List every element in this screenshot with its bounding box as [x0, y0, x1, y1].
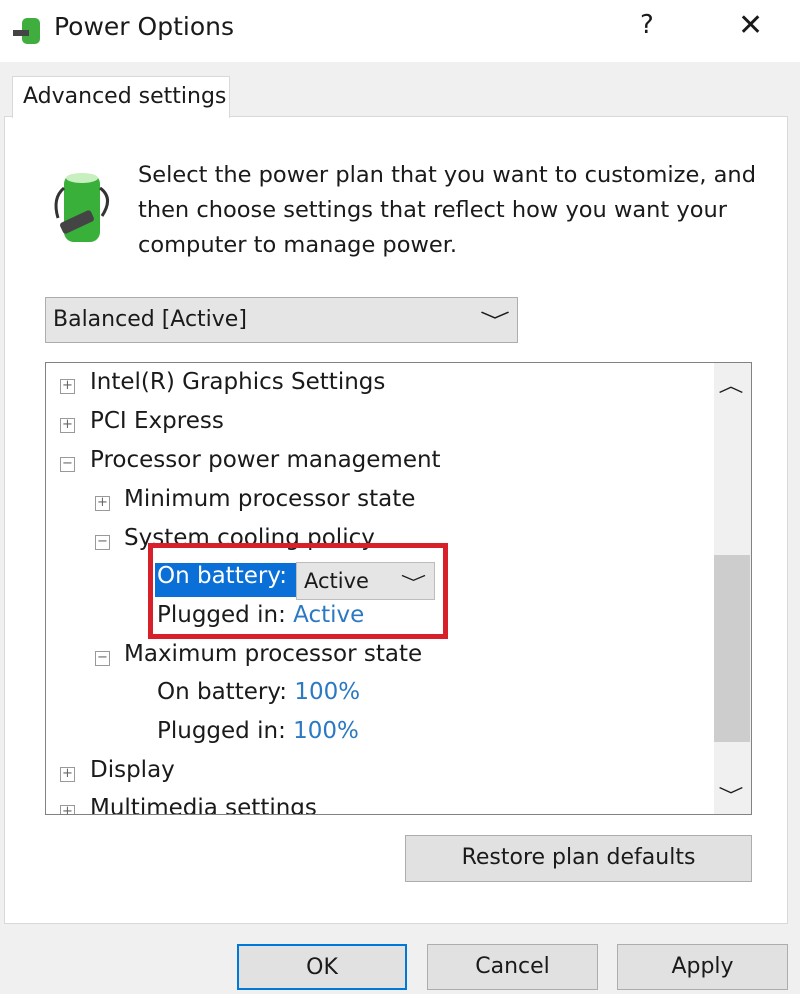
- tree-item-intel-graphics[interactable]: + Intel(R) Graphics Settings: [60, 369, 385, 405]
- tree-item-min-processor-state[interactable]: + Minimum processor state: [95, 486, 415, 522]
- expand-icon[interactable]: +: [60, 767, 75, 782]
- window-title: Power Options: [54, 12, 234, 41]
- plan-value: Balanced [Active]: [53, 307, 247, 332]
- tree-label: Intel(R) Graphics Settings: [90, 369, 386, 395]
- close-button[interactable]: ✕: [738, 8, 763, 43]
- tree-label: Minimum processor state: [124, 486, 416, 512]
- cooling-plugged-in[interactable]: Plugged in: Active: [157, 602, 364, 638]
- setting-label: Plugged in:: [157, 718, 286, 744]
- setting-value[interactable]: Active: [293, 602, 364, 628]
- collapse-icon[interactable]: −: [60, 457, 75, 472]
- tree-item-multimedia[interactable]: + Multimedia settings: [60, 795, 317, 815]
- power-options-icon: [13, 18, 40, 44]
- tree-item-processor-power[interactable]: − Processor power management: [60, 447, 441, 483]
- description-text: Select the power plan that you want to c…: [138, 162, 756, 258]
- tree-label: System cooling policy: [124, 525, 375, 551]
- apply-button[interactable]: Apply: [617, 944, 788, 990]
- max-plugged-in[interactable]: Plugged in: 100%: [157, 718, 359, 754]
- expand-icon[interactable]: +: [60, 418, 75, 433]
- setting-value[interactable]: 100%: [294, 679, 360, 705]
- collapse-icon[interactable]: −: [95, 535, 110, 550]
- expand-icon[interactable]: +: [60, 805, 75, 814]
- setting-label: On battery:: [157, 679, 288, 705]
- expand-icon[interactable]: +: [60, 379, 75, 394]
- tree-item-pci-express[interactable]: + PCI Express: [60, 408, 224, 444]
- tree-item-display[interactable]: + Display: [60, 757, 175, 793]
- scrollbar-thumb[interactable]: [714, 555, 750, 742]
- scroll-down-icon[interactable]: ﹀: [718, 782, 743, 808]
- tree-item-max-processor-state[interactable]: − Maximum processor state: [95, 641, 422, 677]
- scroll-up-icon[interactable]: ︿: [718, 372, 743, 398]
- chevron-down-icon: ﹀: [480, 309, 510, 333]
- battery-plug-icon: [54, 173, 109, 242]
- cooling-on-battery-dropdown[interactable]: Active ﹀: [296, 562, 435, 600]
- power-plan-dropdown[interactable]: Balanced [Active] ﹀: [45, 297, 518, 343]
- collapse-icon[interactable]: −: [95, 651, 110, 666]
- tab-advanced-settings[interactable]: Advanced settings: [12, 76, 230, 118]
- tree-label: Processor power management: [90, 447, 441, 473]
- tree-label: Display: [90, 757, 175, 783]
- cancel-button[interactable]: Cancel: [427, 944, 598, 990]
- dropdown-value: Active: [304, 569, 369, 593]
- tree-item-system-cooling-policy[interactable]: − System cooling policy: [95, 525, 375, 561]
- tree-label: PCI Express: [90, 408, 224, 434]
- expand-icon[interactable]: +: [95, 496, 110, 511]
- help-button[interactable]: ?: [640, 10, 654, 40]
- tree-label: Maximum processor state: [124, 641, 423, 667]
- setting-label: Plugged in:: [157, 602, 286, 628]
- cooling-on-battery-label[interactable]: On battery:: [155, 563, 296, 597]
- tree-label: Multimedia settings: [90, 795, 317, 815]
- restore-plan-defaults-button[interactable]: Restore plan defaults: [405, 835, 752, 882]
- chevron-down-icon: ﹀: [400, 574, 427, 594]
- setting-value[interactable]: 100%: [293, 718, 359, 744]
- ok-button[interactable]: OK: [237, 944, 407, 990]
- max-on-battery[interactable]: On battery: 100%: [157, 679, 360, 715]
